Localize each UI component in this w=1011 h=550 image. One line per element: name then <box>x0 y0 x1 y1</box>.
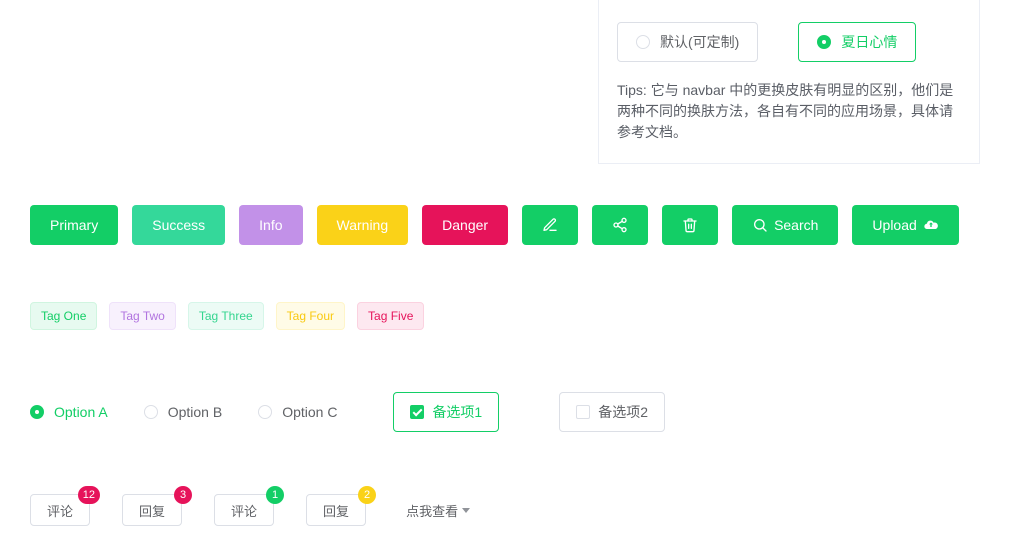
trash-icon <box>682 217 698 233</box>
theme-summer-radio[interactable]: 夏日心情 <box>798 22 916 62</box>
edit-icon <box>542 217 558 233</box>
theme-options: 默认(可定制) 夏日心情 <box>617 22 961 62</box>
comment-badge-1: 评论 12 <box>30 494 90 526</box>
radio-icon <box>636 35 650 49</box>
tag-two-label: Tag Two <box>120 309 164 323</box>
theme-default-label: 默认(可定制) <box>660 32 739 52</box>
tag-row: Tag One Tag Two Tag Three Tag Four Tag F… <box>30 302 424 330</box>
dropdown-link[interactable]: 点我查看 <box>406 501 470 520</box>
theme-card: 默认(可定制) 夏日心情 Tips: 它与 navbar 中的更换皮肤有明显的区… <box>598 0 980 164</box>
radio-icon <box>258 405 272 419</box>
tag-five-label: Tag Five <box>368 309 413 323</box>
tag-one[interactable]: Tag One <box>30 302 97 330</box>
dropdown-label: 点我查看 <box>406 501 458 520</box>
reply-button-label: 回复 <box>139 504 165 519</box>
badge-count: 3 <box>174 486 192 504</box>
edit-button[interactable] <box>522 205 578 245</box>
checkbox-2[interactable]: 备选项2 <box>559 392 665 432</box>
options-row: Option A Option B Option C 备选项1 备选项2 <box>30 392 665 432</box>
option-b-radio[interactable]: Option B <box>144 404 222 420</box>
button-row: Primary Success Info Warning Danger Sear… <box>30 205 959 245</box>
option-c-radio[interactable]: Option C <box>258 404 337 420</box>
upload-icon <box>923 217 939 233</box>
success-button[interactable]: Success <box>132 205 225 245</box>
checkbox-icon <box>576 405 590 419</box>
share-icon <box>612 217 628 233</box>
option-a-radio[interactable]: Option A <box>30 404 108 420</box>
danger-button-label: Danger <box>442 217 488 233</box>
share-button[interactable] <box>592 205 648 245</box>
warning-button-label: Warning <box>337 217 389 233</box>
info-button[interactable]: Info <box>239 205 302 245</box>
option-a-label: Option A <box>54 404 108 420</box>
primary-button[interactable]: Primary <box>30 205 118 245</box>
primary-button-label: Primary <box>50 217 98 233</box>
checkbox-1-label: 备选项1 <box>432 402 482 422</box>
delete-button[interactable] <box>662 205 718 245</box>
search-button[interactable]: Search <box>732 205 838 245</box>
success-button-label: Success <box>152 217 205 233</box>
comment-badge-2: 评论 1 <box>214 494 274 526</box>
tag-four[interactable]: Tag Four <box>276 302 345 330</box>
reply-button-label: 回复 <box>323 504 349 519</box>
option-c-label: Option C <box>282 404 337 420</box>
search-icon <box>752 217 768 233</box>
tag-three[interactable]: Tag Three <box>188 302 264 330</box>
radio-icon <box>144 405 158 419</box>
tag-four-label: Tag Four <box>287 309 334 323</box>
tag-two[interactable]: Tag Two <box>109 302 175 330</box>
theme-tips: Tips: 它与 navbar 中的更换皮肤有明显的区别，他们是两种不同的换肤方… <box>617 80 961 143</box>
tag-five[interactable]: Tag Five <box>357 302 424 330</box>
comment-button-label: 评论 <box>231 504 257 519</box>
theme-summer-label: 夏日心情 <box>841 32 897 52</box>
checkbox-2-label: 备选项2 <box>598 402 648 422</box>
comment-button-label: 评论 <box>47 504 73 519</box>
danger-button[interactable]: Danger <box>422 205 508 245</box>
option-b-label: Option B <box>168 404 222 420</box>
reply-badge-2: 回复 2 <box>306 494 366 526</box>
badge-count: 1 <box>266 486 284 504</box>
reply-button[interactable]: 回复 <box>122 494 182 526</box>
reply-badge-1: 回复 3 <box>122 494 182 526</box>
radio-icon <box>817 35 831 49</box>
info-button-label: Info <box>259 217 282 233</box>
badge-count: 12 <box>78 486 100 504</box>
radio-icon <box>30 405 44 419</box>
upload-button[interactable]: Upload <box>852 205 958 245</box>
badge-count: 2 <box>358 486 376 504</box>
upload-button-label: Upload <box>872 217 916 233</box>
tag-one-label: Tag One <box>41 309 86 323</box>
comment-button[interactable]: 评论 <box>214 494 274 526</box>
theme-default-radio[interactable]: 默认(可定制) <box>617 22 758 62</box>
warning-button[interactable]: Warning <box>317 205 409 245</box>
reply-button[interactable]: 回复 <box>306 494 366 526</box>
tag-three-label: Tag Three <box>199 309 253 323</box>
chevron-down-icon <box>462 508 470 513</box>
badge-row: 评论 12 回复 3 评论 1 回复 2 点我查看 <box>30 494 470 526</box>
checkbox-1[interactable]: 备选项1 <box>393 392 499 432</box>
checkbox-icon <box>410 405 424 419</box>
search-button-label: Search <box>774 217 818 233</box>
